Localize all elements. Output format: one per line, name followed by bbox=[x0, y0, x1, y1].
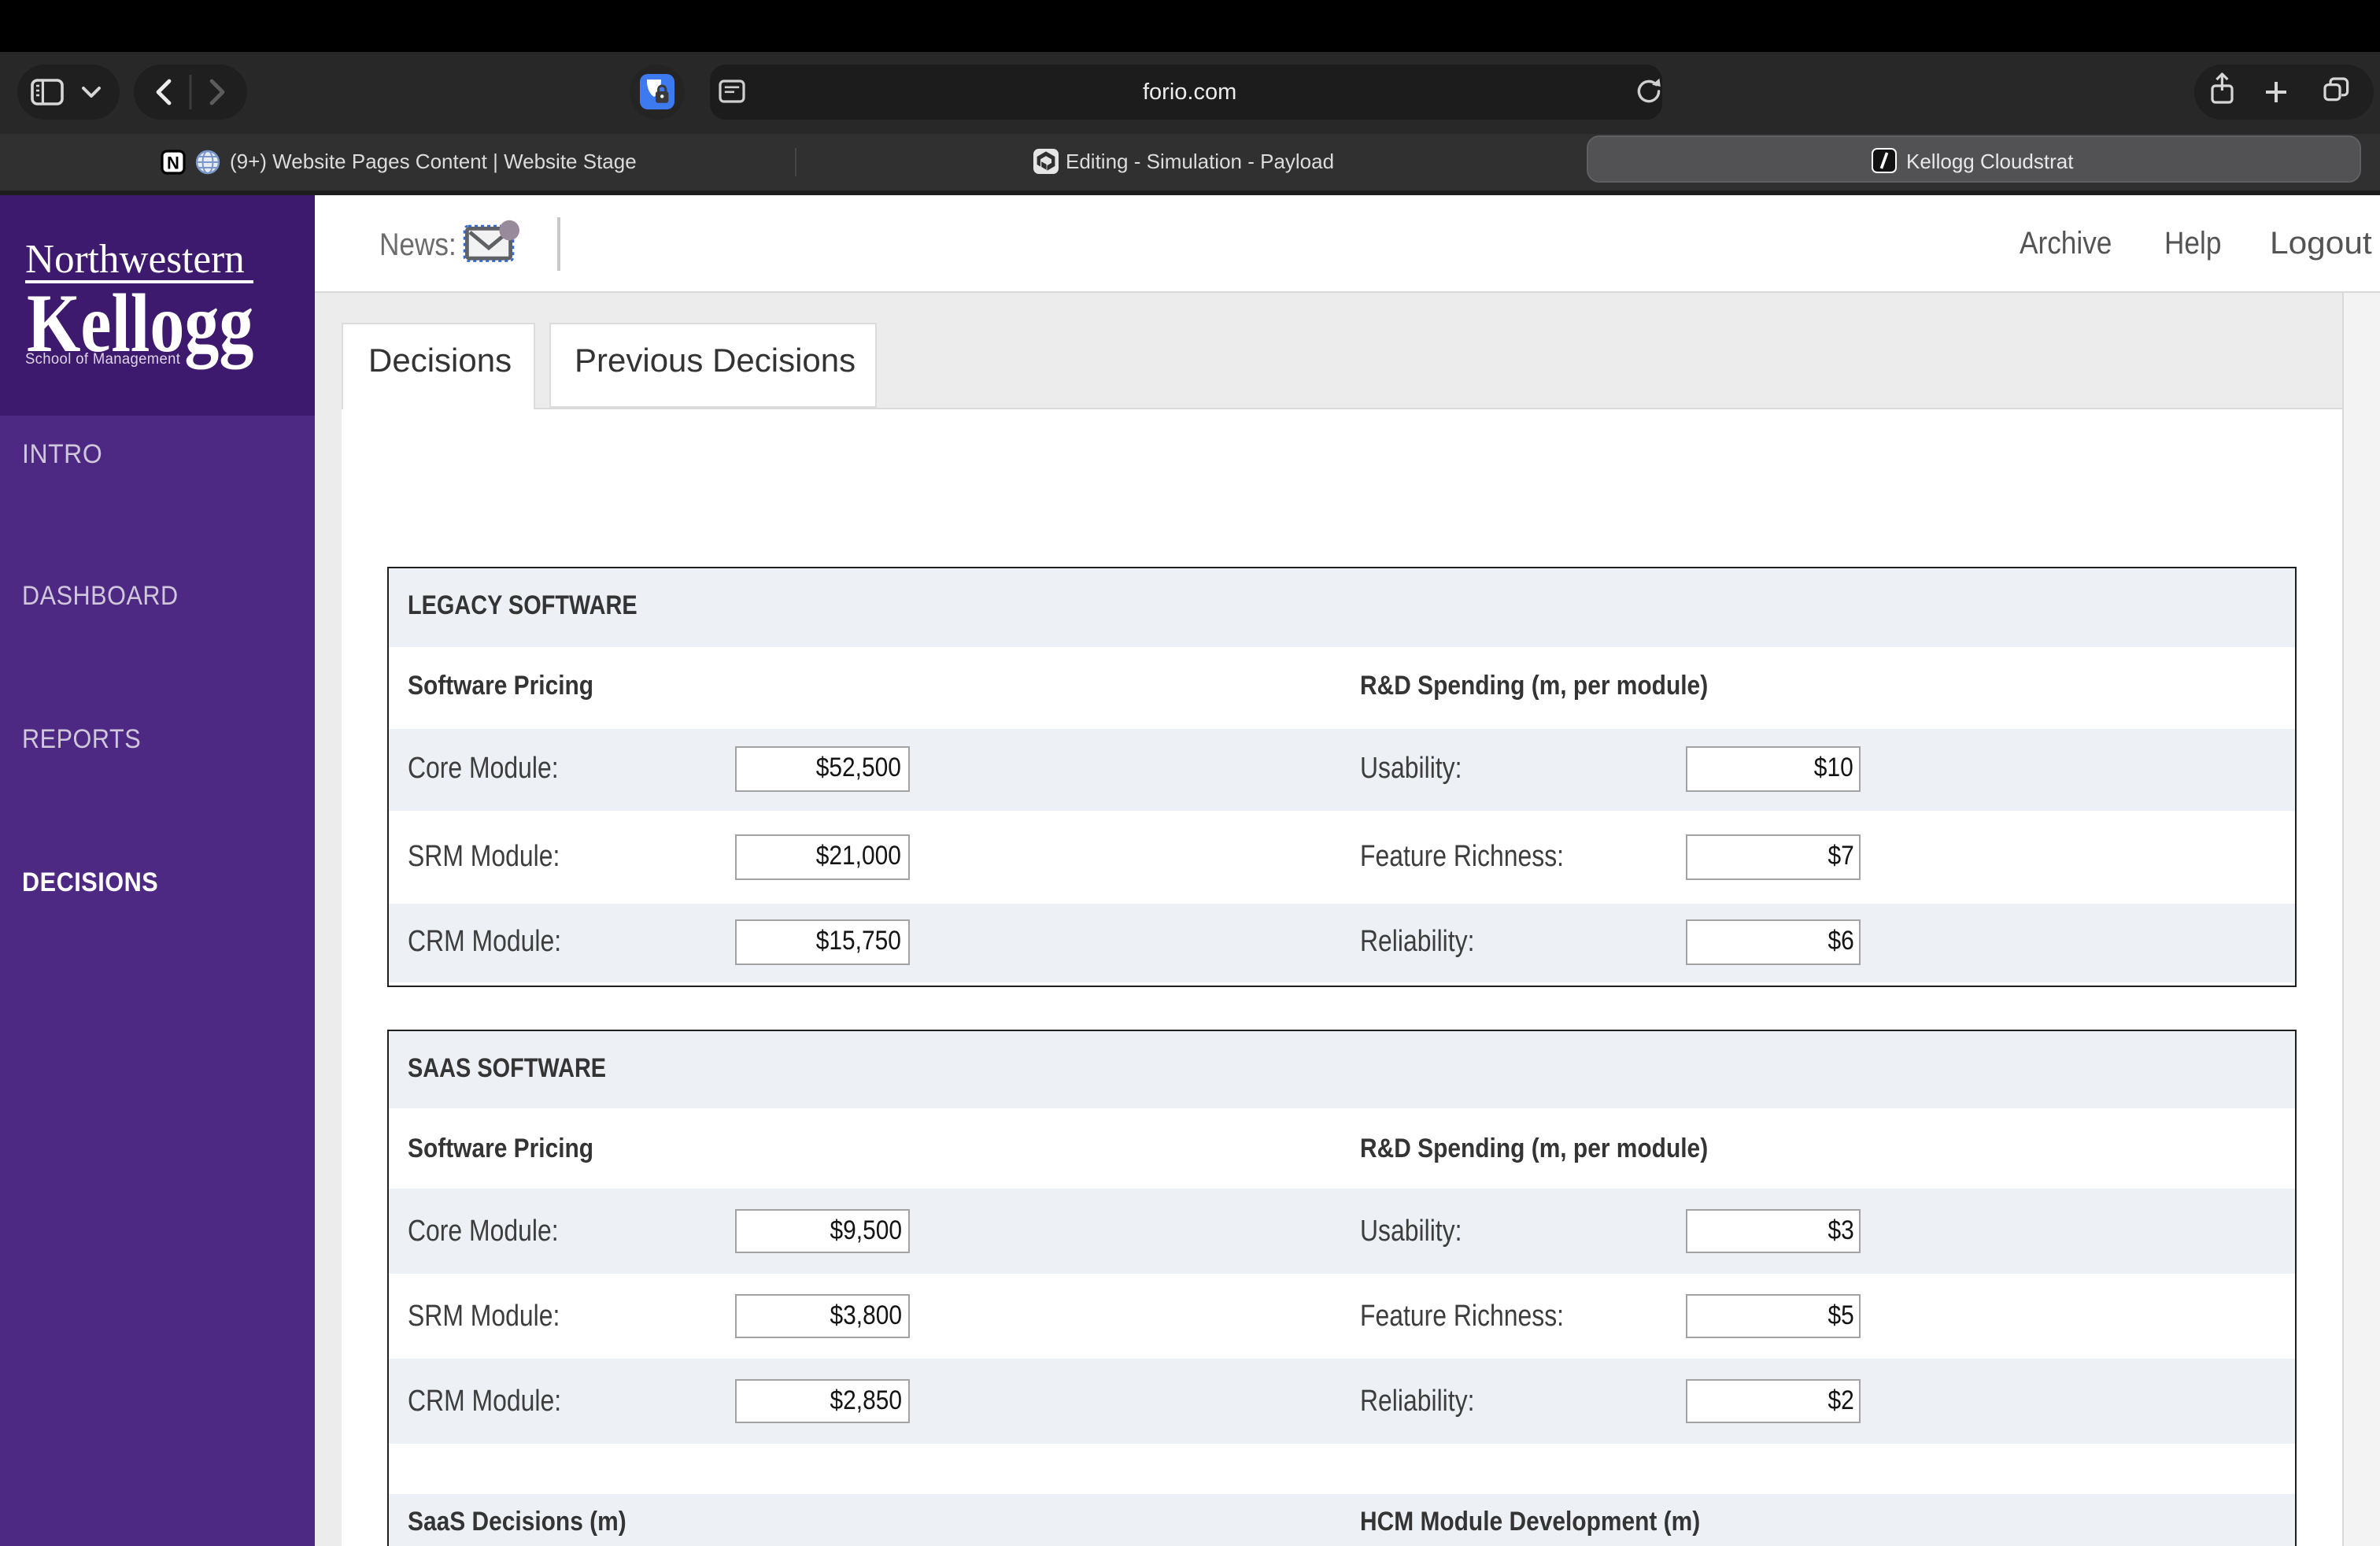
svg-text:N: N bbox=[167, 152, 179, 172]
